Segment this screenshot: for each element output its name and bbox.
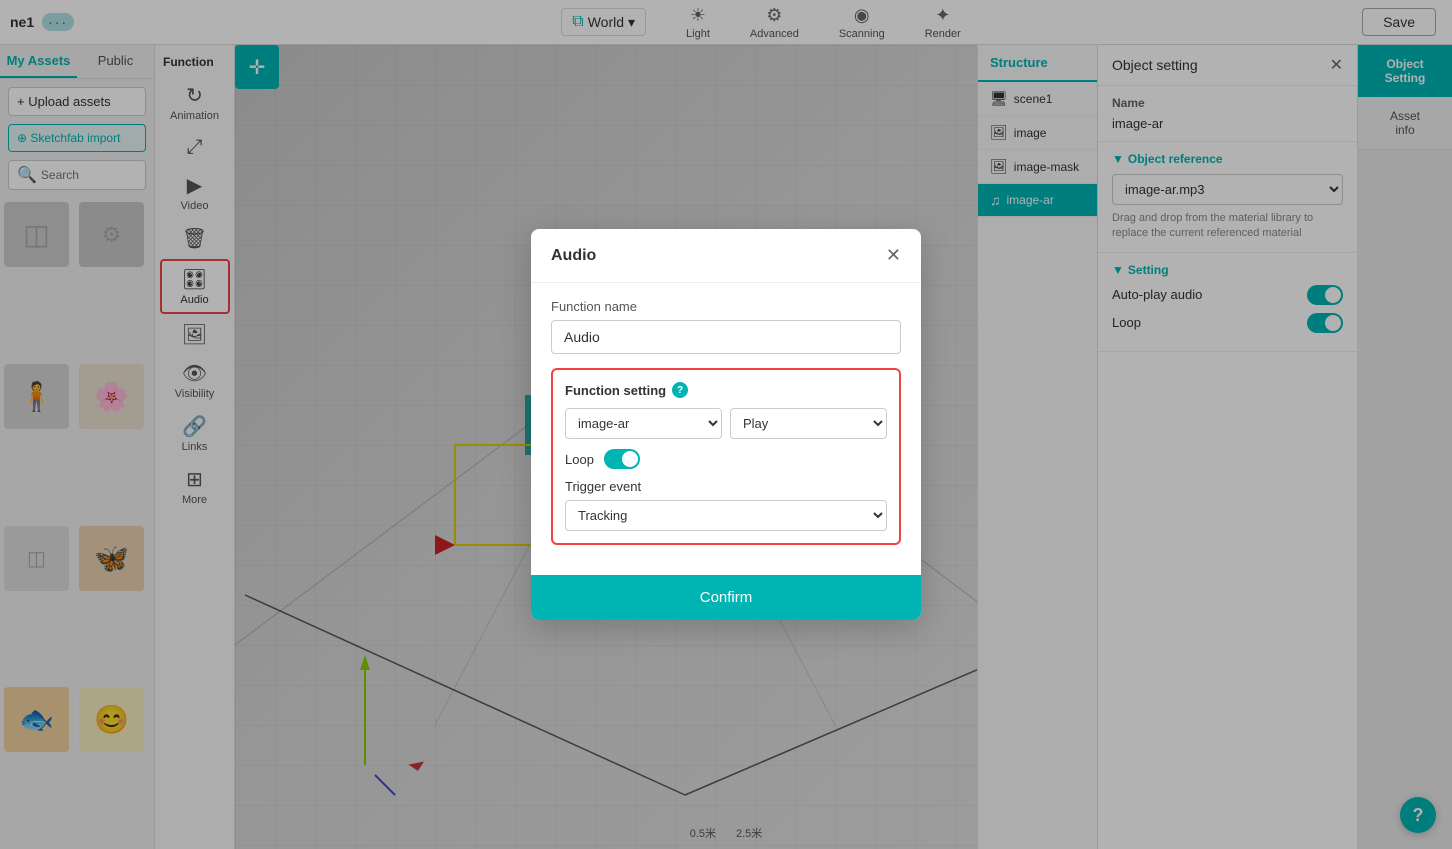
modal-header: Audio ✕ xyxy=(531,229,921,283)
function-setting-header: Function setting ? xyxy=(565,382,887,398)
loop-toggle[interactable] xyxy=(604,449,640,469)
target-select[interactable]: image-ar xyxy=(565,408,722,439)
function-setting-box: Function setting ? image-ar Play Loop Tr… xyxy=(551,368,901,545)
help-icon[interactable]: ? xyxy=(672,382,688,398)
function-setting-label: Function setting xyxy=(565,383,666,398)
trigger-select[interactable]: Tracking xyxy=(565,500,887,531)
target-action-row: image-ar Play xyxy=(565,408,887,439)
modal-title: Audio xyxy=(551,247,596,265)
loop-row: Loop xyxy=(565,449,887,469)
function-name-input[interactable] xyxy=(551,320,901,354)
modal-overlay: Audio ✕ Function name Function setting ?… xyxy=(0,0,1452,849)
modal-close-button[interactable]: ✕ xyxy=(886,245,901,266)
confirm-button[interactable]: Confirm xyxy=(531,575,921,620)
loop-label: Loop xyxy=(565,452,594,467)
function-name-label: Function name xyxy=(551,299,901,314)
action-select[interactable]: Play xyxy=(730,408,887,439)
audio-modal: Audio ✕ Function name Function setting ?… xyxy=(531,229,921,620)
trigger-event-label: Trigger event xyxy=(565,479,887,494)
modal-body: Function name Function setting ? image-a… xyxy=(531,283,921,575)
